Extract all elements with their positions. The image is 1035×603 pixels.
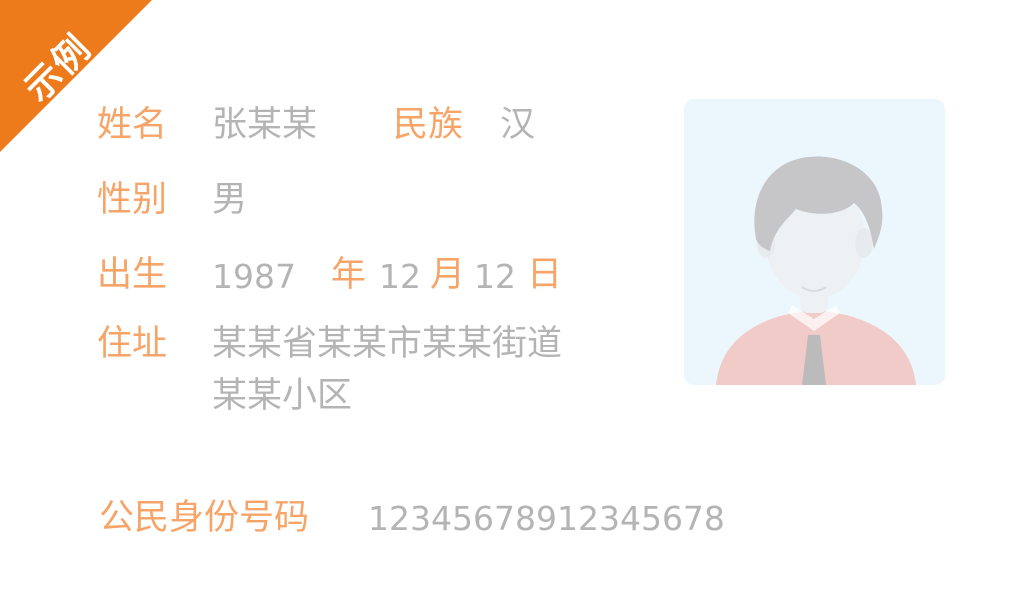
gender-value: 男 bbox=[212, 180, 248, 220]
birth-day: 12 bbox=[474, 257, 516, 296]
address-line-2: 某某小区 bbox=[212, 376, 353, 416]
address-line-1: 某某省某某市某某街道 bbox=[212, 324, 563, 364]
id-card-sample: 示例 姓名 张某某 民族 汉 性别 男 出生 1987 年 12 月 12 日 … bbox=[0, 0, 1035, 603]
birth-month: 12 bbox=[379, 257, 421, 296]
ethnicity-label: 民族 bbox=[393, 105, 464, 145]
person-avatar-icon bbox=[716, 156, 916, 385]
birth-day-unit: 日 bbox=[527, 255, 563, 295]
name-label: 姓名 bbox=[97, 105, 168, 145]
birth-year-unit: 年 bbox=[331, 255, 367, 295]
id-number-value: 12345678912345678 bbox=[368, 499, 725, 538]
address-label: 住址 bbox=[97, 324, 168, 364]
birth-month-unit: 月 bbox=[430, 255, 466, 295]
birth-year: 1987 bbox=[212, 257, 296, 296]
portrait-photo bbox=[684, 99, 945, 385]
id-number-label: 公民身份号码 bbox=[99, 498, 310, 538]
name-value: 张某某 bbox=[212, 105, 318, 145]
birth-label: 出生 bbox=[97, 255, 168, 295]
gender-label: 性别 bbox=[97, 180, 168, 220]
ethnicity-value: 汉 bbox=[500, 105, 536, 145]
